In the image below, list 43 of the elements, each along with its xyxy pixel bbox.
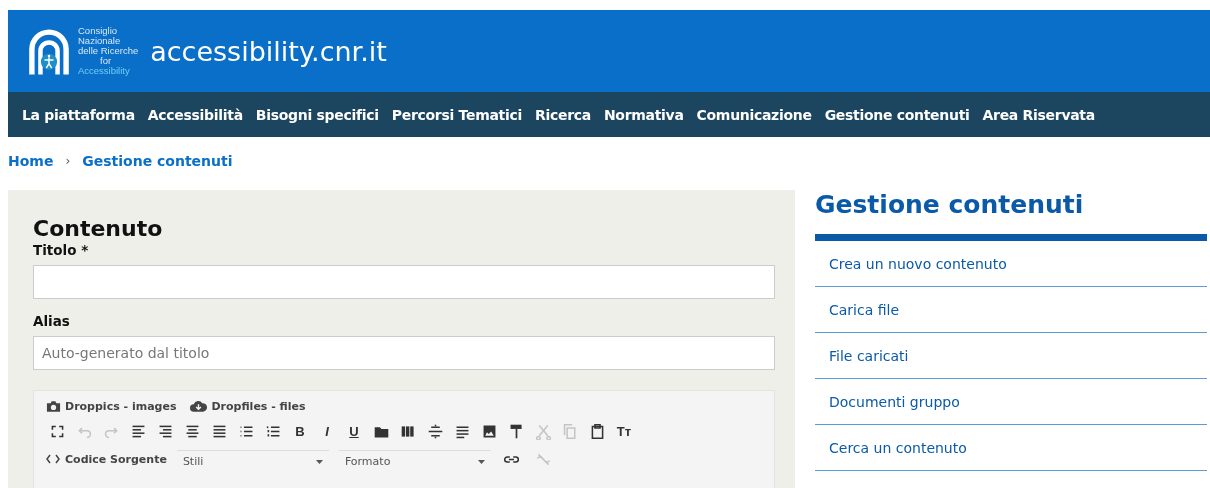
sidebar-title: Gestione contenuti — [815, 190, 1207, 241]
breadcrumb-separator: › — [65, 154, 71, 168]
nav-link[interactable]: Normativa — [603, 106, 684, 123]
plugin-button[interactable]: Dropfiles - files — [190, 399, 306, 413]
logo-text: for — [99, 56, 113, 66]
logo-text: Accessibility — [78, 66, 131, 76]
nav-link[interactable]: Gestione contenuti — [824, 106, 970, 123]
sidebar-link[interactable]: Carica file — [815, 287, 1207, 333]
nav-link[interactable]: Ricerca — [535, 106, 591, 123]
sidebar-link[interactable]: Cerca un contenuto — [815, 425, 1207, 471]
caret-icon — [315, 459, 323, 464]
camera-icon — [46, 399, 61, 413]
logo-text: Consiglio — [78, 26, 119, 36]
field-label: Alias — [33, 313, 71, 329]
format-button[interactable]: Tт — [613, 421, 635, 441]
field-label: Titolo * — [33, 242, 90, 258]
sidebar-link[interactable]: Crea un nuovo contenuto — [815, 241, 1207, 287]
caret-icon — [477, 459, 485, 464]
logo-text: delle Ricerche — [78, 46, 139, 56]
sidebar-link[interactable]: File caricati — [815, 333, 1207, 379]
site-title[interactable]: accessibility.cnr.it — [150, 35, 387, 67]
breadcrumb-link[interactable]: Gestione contenuti — [82, 153, 233, 169]
input-field[interactable]: Auto-generato dal titolo — [33, 336, 775, 370]
format-button[interactable]: I — [316, 421, 338, 441]
cloud-download-icon — [190, 399, 208, 413]
logo-text: Nazionale — [78, 36, 122, 46]
nav-link[interactable]: Comunicazione — [696, 106, 812, 123]
nav-link[interactable]: La piattaforma — [22, 106, 135, 123]
dropdown[interactable]: Formato — [338, 450, 491, 468]
nav-link[interactable]: Bisogni specifici — [255, 106, 379, 123]
form-heading: Contenuto — [33, 216, 164, 242]
source-code-button[interactable]: Codice Sorgente — [46, 452, 167, 466]
sidebar-link[interactable]: Documenti gruppo — [815, 379, 1207, 425]
format-button[interactable]: B — [289, 421, 311, 441]
nav-link[interactable]: Area Riservata — [982, 106, 1095, 123]
input-field[interactable] — [33, 265, 775, 299]
dropdown[interactable]: Stili — [176, 450, 329, 468]
code-icon — [46, 454, 60, 464]
breadcrumb-link[interactable]: Home — [8, 153, 54, 169]
nav-link[interactable]: Accessibilità — [147, 106, 243, 123]
format-button[interactable]: U — [343, 421, 365, 441]
nav-link[interactable]: Percorsi Tematici — [391, 106, 522, 123]
plugin-button[interactable]: Droppics - images — [46, 399, 177, 413]
